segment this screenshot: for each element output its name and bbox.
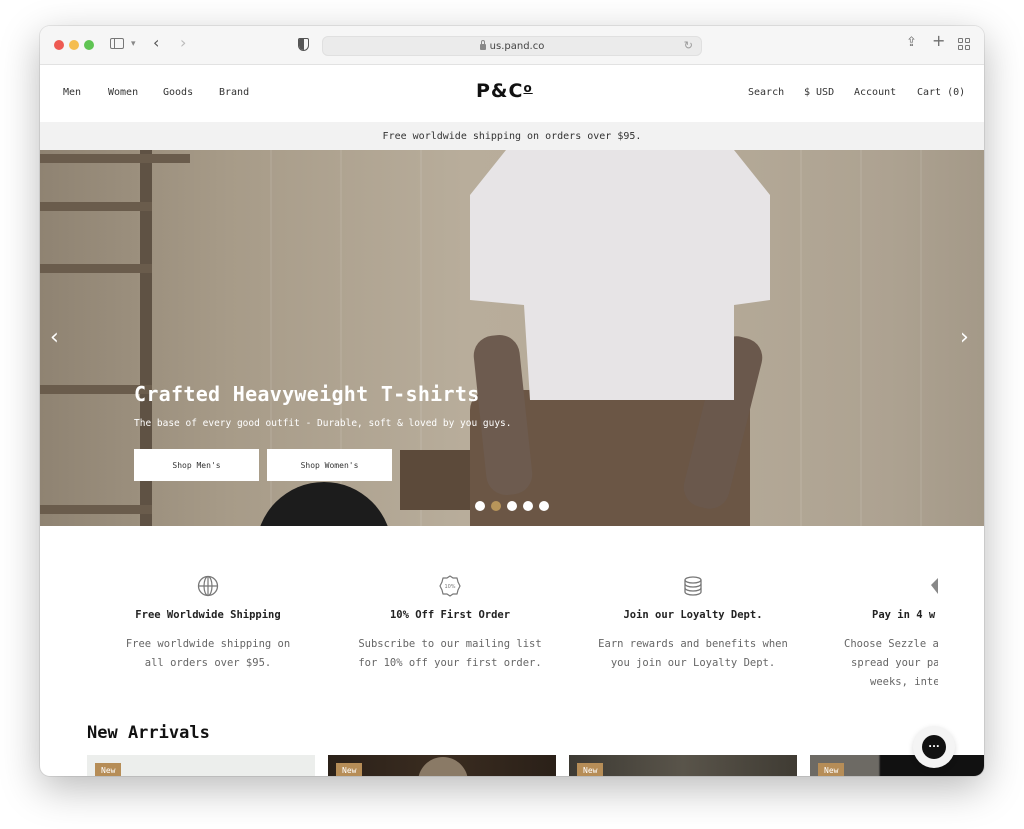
chevron-down-icon[interactable]: ▾ xyxy=(131,37,136,51)
hero-subtitle: The base of every good outfit - Durable,… xyxy=(134,418,512,429)
coin-stack-icon xyxy=(573,574,813,598)
currency-selector[interactable]: $ USD xyxy=(804,87,834,98)
features-section: Free Worldwide Shipping Free worldwide s… xyxy=(40,526,984,716)
browser-toolbar: ▾ ‹ › us.pand.co ↻ ⇪ + xyxy=(40,26,984,65)
product-card[interactable]: New xyxy=(87,755,315,776)
product-card[interactable]: New xyxy=(810,755,984,776)
nav-cart[interactable]: Cart (0) xyxy=(917,87,965,98)
logo-suffix: o xyxy=(523,81,533,95)
share-icon[interactable]: ⇪ xyxy=(906,36,917,50)
new-badge: New xyxy=(95,763,122,776)
product-card[interactable]: New xyxy=(328,755,556,776)
carousel-dot[interactable] xyxy=(507,501,517,511)
forward-button[interactable]: › xyxy=(180,35,186,51)
feature-text: Choose Sezzle a spread your pa weeks, inte xyxy=(844,638,938,688)
feature-text: Free worldwide shipping on all orders ove… xyxy=(125,638,291,669)
nav-brand[interactable]: Brand xyxy=(219,87,249,98)
feature-text: Subscribe to our mailing list for 10% off… xyxy=(358,638,542,669)
site-logo[interactable]: P&Co xyxy=(476,80,533,102)
hero-title: Crafted Heavyweight T-shirts xyxy=(134,382,480,406)
feature-shipping: Free Worldwide Shipping Free worldwide s… xyxy=(88,574,328,673)
minimize-window-button[interactable] xyxy=(69,40,79,50)
lock-icon xyxy=(479,40,486,50)
new-badge: New xyxy=(818,763,845,776)
carousel-dot-active[interactable] xyxy=(491,501,501,511)
carousel-pagination xyxy=(475,501,549,511)
feature-title: Pay in 4 w xyxy=(872,609,936,621)
nav-goods[interactable]: Goods xyxy=(163,87,193,98)
address-bar[interactable]: us.pand.co ↻ xyxy=(322,36,702,56)
discount-badge-icon: 10% xyxy=(330,574,570,598)
shop-mens-button[interactable]: Shop Men's xyxy=(134,449,259,481)
browser-window: ▾ ‹ › us.pand.co ↻ ⇪ + Men Women Goods B… xyxy=(40,26,984,776)
new-tab-icon[interactable]: + xyxy=(932,33,945,49)
reload-icon[interactable]: ↻ xyxy=(684,39,693,52)
nav-women[interactable]: Women xyxy=(108,87,138,98)
feature-title: 10% Off First Order xyxy=(389,609,511,621)
sidebar-toggle-icon[interactable] xyxy=(110,38,124,49)
new-arrivals-heading: New Arrivals xyxy=(87,723,210,743)
tab-overview-icon[interactable] xyxy=(958,38,970,50)
new-badge: New xyxy=(336,763,363,776)
globe-icon xyxy=(88,574,328,598)
announcement-bar: Free worldwide shipping on orders over $… xyxy=(40,122,984,150)
nav-men[interactable]: Men xyxy=(63,87,81,98)
feature-sezzle: Pay in 4 w Choose Sezzle a spread your pa… xyxy=(816,574,938,692)
chat-button[interactable]: ... xyxy=(913,726,955,768)
privacy-shield-icon[interactable] xyxy=(298,38,309,51)
feature-discount: 10% 10% Off First Order Subscribe to our… xyxy=(330,574,570,673)
feature-title: Join our Loyalty Dept. xyxy=(623,609,763,621)
carousel-dot[interactable] xyxy=(523,501,533,511)
carousel-dot[interactable] xyxy=(539,501,549,511)
url-text: us.pand.co xyxy=(489,40,545,52)
nav-search[interactable]: Search xyxy=(748,87,784,98)
close-window-button[interactable] xyxy=(54,40,64,50)
shop-womens-button[interactable]: Shop Women's xyxy=(267,449,392,481)
carousel-next-button[interactable]: › xyxy=(960,325,969,350)
maximize-window-button[interactable] xyxy=(84,40,94,50)
feature-loyalty: Join our Loyalty Dept. Earn rewards and … xyxy=(573,574,813,673)
back-button[interactable]: ‹ xyxy=(153,35,159,51)
sezzle-icon xyxy=(816,574,938,598)
carousel-prev-button[interactable]: ‹ xyxy=(50,325,59,350)
site-header: Men Women Goods Brand P&Co Search $ USD … xyxy=(40,65,984,122)
announcement-text: Free worldwide shipping on orders over $… xyxy=(382,130,642,142)
hero-carousel: ‹ › Crafted Heavyweight T-shirts The bas… xyxy=(40,150,984,526)
feature-title: Free Worldwide Shipping xyxy=(135,609,281,621)
carousel-dot[interactable] xyxy=(475,501,485,511)
feature-text: Earn rewards and benefits when you join o… xyxy=(598,638,788,669)
nav-account[interactable]: Account xyxy=(854,87,896,98)
new-badge: New xyxy=(577,763,604,776)
chat-icon: ... xyxy=(922,735,946,759)
logo-text: P&C xyxy=(476,80,524,102)
svg-text:10%: 10% xyxy=(444,584,455,590)
product-card[interactable]: New xyxy=(569,755,797,776)
